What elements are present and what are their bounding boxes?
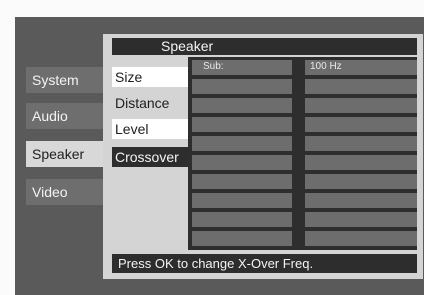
- channel-cell[interactable]: [192, 79, 292, 94]
- channel-cell[interactable]: [192, 117, 292, 132]
- channel-cell[interactable]: [192, 212, 292, 227]
- value-cell[interactable]: [305, 212, 417, 227]
- channel-cell[interactable]: [192, 136, 292, 151]
- value-cell[interactable]: [305, 231, 417, 246]
- value-cell[interactable]: [305, 193, 417, 208]
- menu-item-video[interactable]: Video: [26, 179, 103, 205]
- channel-cell[interactable]: [192, 174, 292, 189]
- value-cell[interactable]: [305, 117, 417, 132]
- channel-column: Sub:: [192, 60, 292, 250]
- channel-cell[interactable]: [192, 193, 292, 208]
- value-cell[interactable]: [305, 174, 417, 189]
- value-cell[interactable]: 100 Hz: [305, 60, 417, 75]
- page-title: Speaker: [161, 38, 214, 54]
- channel-cell[interactable]: [192, 98, 292, 113]
- value-cell[interactable]: [305, 155, 417, 170]
- channel-cell[interactable]: [192, 231, 292, 246]
- value-cell[interactable]: [305, 136, 417, 151]
- menu-item-system[interactable]: System: [26, 67, 103, 93]
- menu-item-audio[interactable]: Audio: [26, 103, 103, 129]
- value-cell[interactable]: [305, 79, 417, 94]
- channel-cell[interactable]: [192, 155, 292, 170]
- channel-cell[interactable]: Sub:: [192, 60, 292, 75]
- submenu-item-size[interactable]: Size: [112, 67, 188, 87]
- page-header: Speaker: [112, 38, 417, 55]
- crossover-grid: Sub: 100 Hz: [188, 57, 417, 250]
- submenu-item-distance[interactable]: Distance: [112, 93, 188, 113]
- menu-item-speaker[interactable]: Speaker: [26, 141, 103, 167]
- value-column: 100 Hz: [305, 60, 417, 250]
- status-hint: Press OK to change X-Over Freq.: [112, 254, 417, 273]
- submenu-item-crossover[interactable]: Crossover: [112, 147, 188, 167]
- submenu-item-level[interactable]: Level: [112, 119, 188, 139]
- value-cell[interactable]: [305, 98, 417, 113]
